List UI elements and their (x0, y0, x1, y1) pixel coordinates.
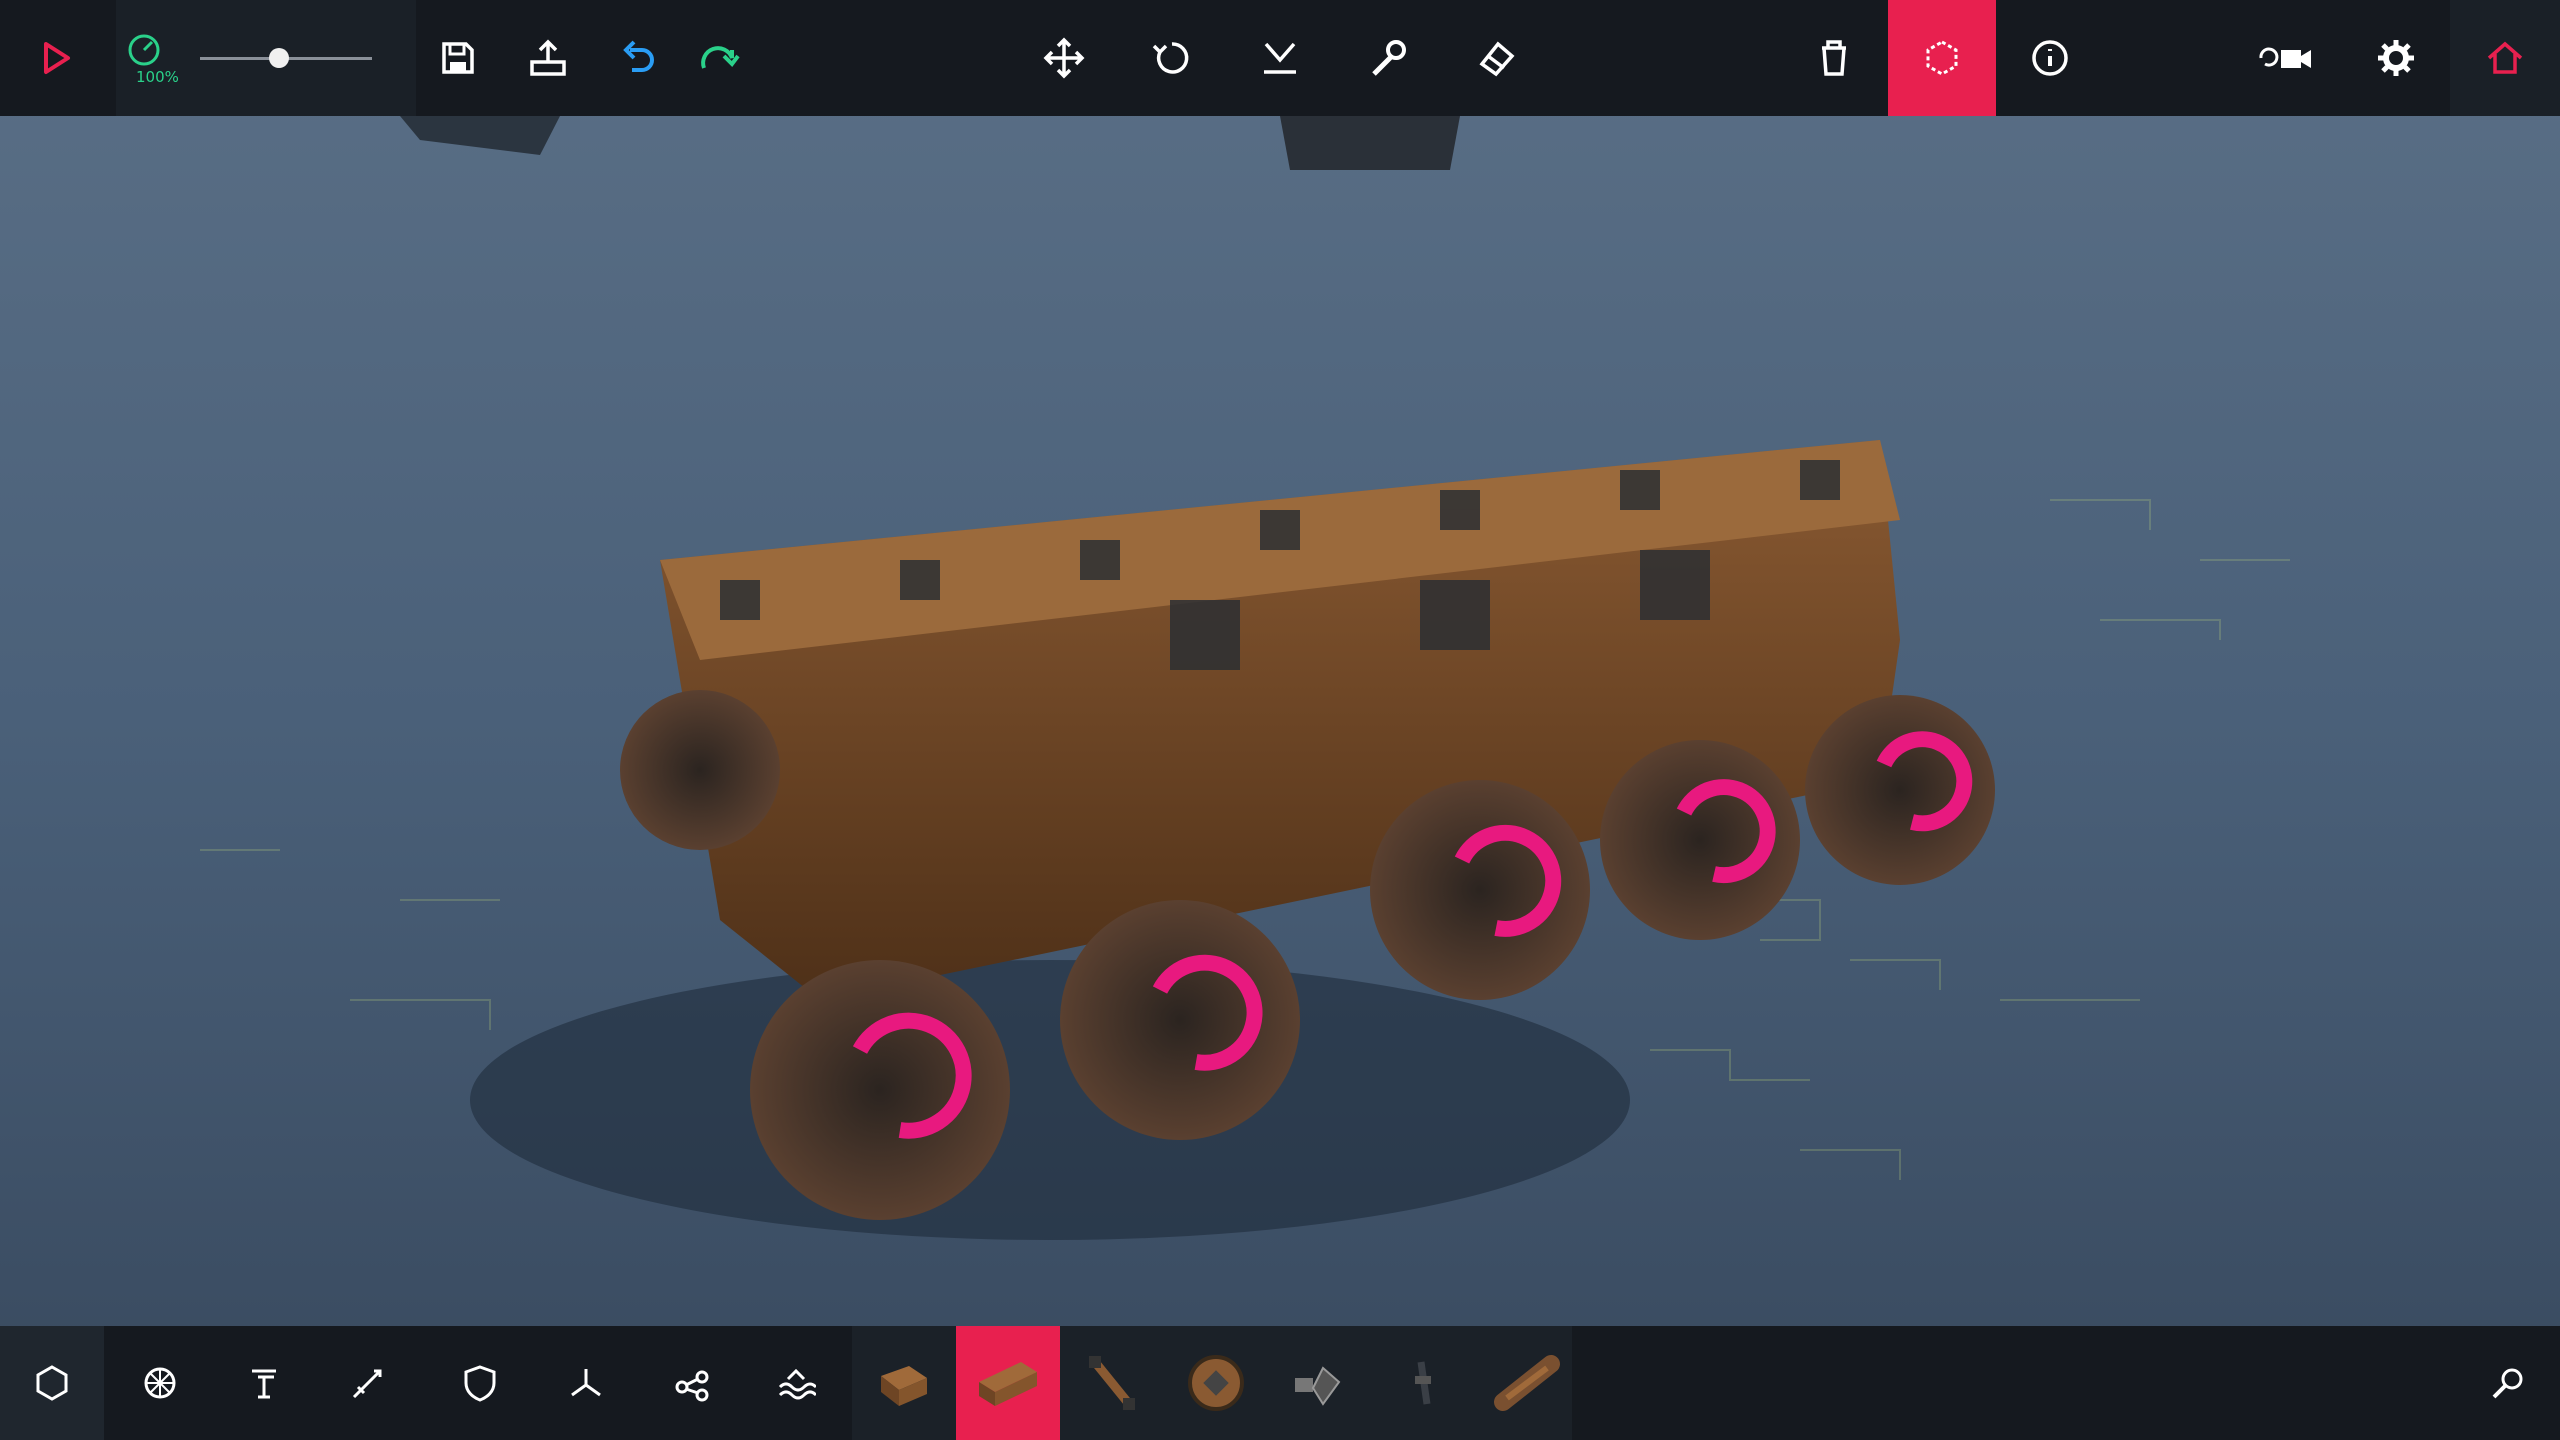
play-button[interactable] (6, 0, 106, 116)
category-weapons[interactable] (316, 1326, 420, 1440)
block-rod[interactable] (1372, 1326, 1476, 1440)
search-button[interactable] (2456, 1326, 2560, 1440)
settings-icon (2378, 40, 2414, 76)
piston-icon (252, 1369, 276, 1399)
trash-icon (1822, 40, 1846, 76)
play-icon (44, 42, 70, 74)
category-locomotion[interactable] (108, 1326, 212, 1440)
info-icon (2032, 40, 2068, 76)
long-wooden-block-icon (979, 1362, 1037, 1406)
home-button[interactable] (2450, 0, 2560, 116)
category-water[interactable] (744, 1326, 848, 1440)
eraser-tool[interactable] (1446, 0, 1546, 116)
block-log[interactable] (1476, 1326, 1580, 1440)
block-wooden-pole[interactable] (1060, 1326, 1164, 1440)
block-spinning-block[interactable] (1164, 1326, 1268, 1440)
camera-button[interactable] (2230, 0, 2340, 116)
translate-tool[interactable] (1014, 0, 1114, 116)
armour-icon (464, 1365, 496, 1402)
redo-icon (701, 46, 740, 69)
category-armour[interactable] (428, 1326, 532, 1440)
snap-to-ground-tool[interactable] (1230, 0, 1330, 116)
redo-button[interactable] (668, 0, 768, 116)
time-scale-slider-handle[interactable] (269, 48, 290, 68)
wrench-icon (1372, 40, 1406, 76)
rotate-tool[interactable] (1122, 0, 1222, 116)
flight-icon (571, 1369, 601, 1397)
center-of-mass-icon (1926, 40, 1958, 76)
settings-button[interactable] (2346, 0, 2446, 116)
mechanical-icon (675, 1370, 709, 1402)
center-of-mass-toggle[interactable] (1888, 0, 1996, 116)
clear-machine-button[interactable] (1784, 0, 1884, 116)
home-icon (2487, 41, 2523, 74)
category-automation[interactable] (640, 1326, 744, 1440)
snap-ground-icon (1264, 42, 1296, 74)
modify-tool[interactable] (1338, 0, 1438, 116)
load-button[interactable] (498, 0, 598, 116)
log-block-icon (1494, 1355, 1560, 1411)
category-starting-block[interactable] (0, 1326, 104, 1440)
eraser-icon (1479, 41, 1515, 77)
search-icon (2492, 1368, 2523, 1399)
category-mechanical[interactable] (212, 1326, 316, 1440)
rotate-icon (1152, 42, 1189, 74)
camera-icon (2259, 47, 2311, 68)
rod-block-icon (1415, 1361, 1431, 1405)
translate-icon (1043, 37, 1085, 79)
category-flight[interactable] (534, 1326, 638, 1440)
block-small-cluster[interactable] (1268, 1326, 1372, 1440)
weapon-icon (352, 1369, 382, 1399)
small-block-cluster-icon (1295, 1366, 1341, 1406)
time-scale-label: 100% (136, 68, 179, 86)
time-scale-icon (128, 34, 160, 66)
wooden-block-icon (881, 1366, 927, 1406)
wheel-icon (144, 1367, 176, 1399)
block-wooden-block[interactable] (852, 1326, 956, 1440)
block-double-wooden-block[interactable] (956, 1326, 1060, 1440)
game-viewport[interactable] (0, 0, 2560, 1440)
info-button[interactable] (2000, 0, 2100, 116)
hexagon-icon (36, 1365, 68, 1401)
save-button[interactable] (408, 0, 508, 116)
spinning-block-icon (1188, 1355, 1244, 1411)
water-icon (778, 1368, 816, 1400)
wooden-pole-icon (1089, 1356, 1135, 1410)
undo-icon (623, 40, 654, 72)
load-icon (530, 39, 566, 76)
save-icon (442, 42, 474, 74)
